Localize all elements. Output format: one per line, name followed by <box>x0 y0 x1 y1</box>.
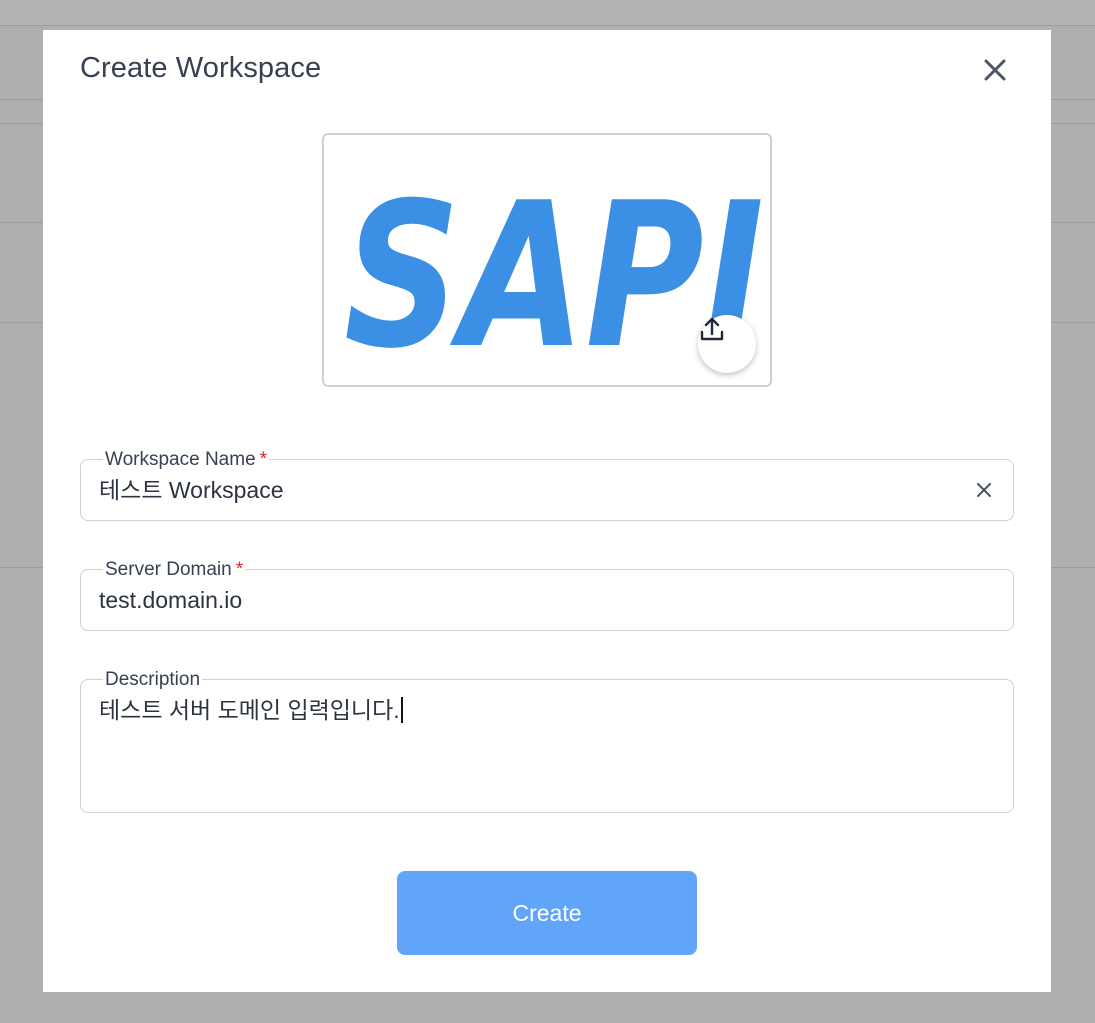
required-mark: * <box>235 559 244 580</box>
server-domain-input[interactable]: test.domain.io <box>99 586 242 614</box>
workspace-name-input[interactable]: 테스트 Workspace <box>99 476 284 504</box>
create-workspace-dialog: Create Workspace SAPI Workspace Name * 테스… <box>43 30 1051 992</box>
clear-workspace-name-button[interactable] <box>973 479 995 501</box>
workspace-name-field[interactable]: Workspace Name * 테스트 Workspace <box>80 450 1014 521</box>
logo-preview: SAPI <box>322 133 772 387</box>
required-mark: * <box>259 449 268 470</box>
close-icon <box>984 59 1006 81</box>
dialog-title: Create Workspace <box>80 52 322 84</box>
close-button[interactable] <box>977 52 1013 88</box>
create-button[interactable]: Create <box>397 871 697 955</box>
background-header <box>0 0 1095 26</box>
clear-icon <box>977 483 991 497</box>
text-cursor <box>400 697 403 723</box>
description-textarea[interactable]: 테스트 서버 도메인 입력입니다. <box>99 696 403 724</box>
description-field[interactable]: Description 테스트 서버 도메인 입력입니다. <box>80 670 1014 813</box>
server-domain-label: Server Domain * <box>103 559 246 580</box>
workspace-name-label: Workspace Name * <box>103 449 270 470</box>
upload-logo-button[interactable] <box>698 315 756 373</box>
server-domain-field[interactable]: Server Domain * test.domain.io <box>80 560 1014 631</box>
upload-icon <box>700 317 724 341</box>
description-label: Description <box>103 669 203 690</box>
